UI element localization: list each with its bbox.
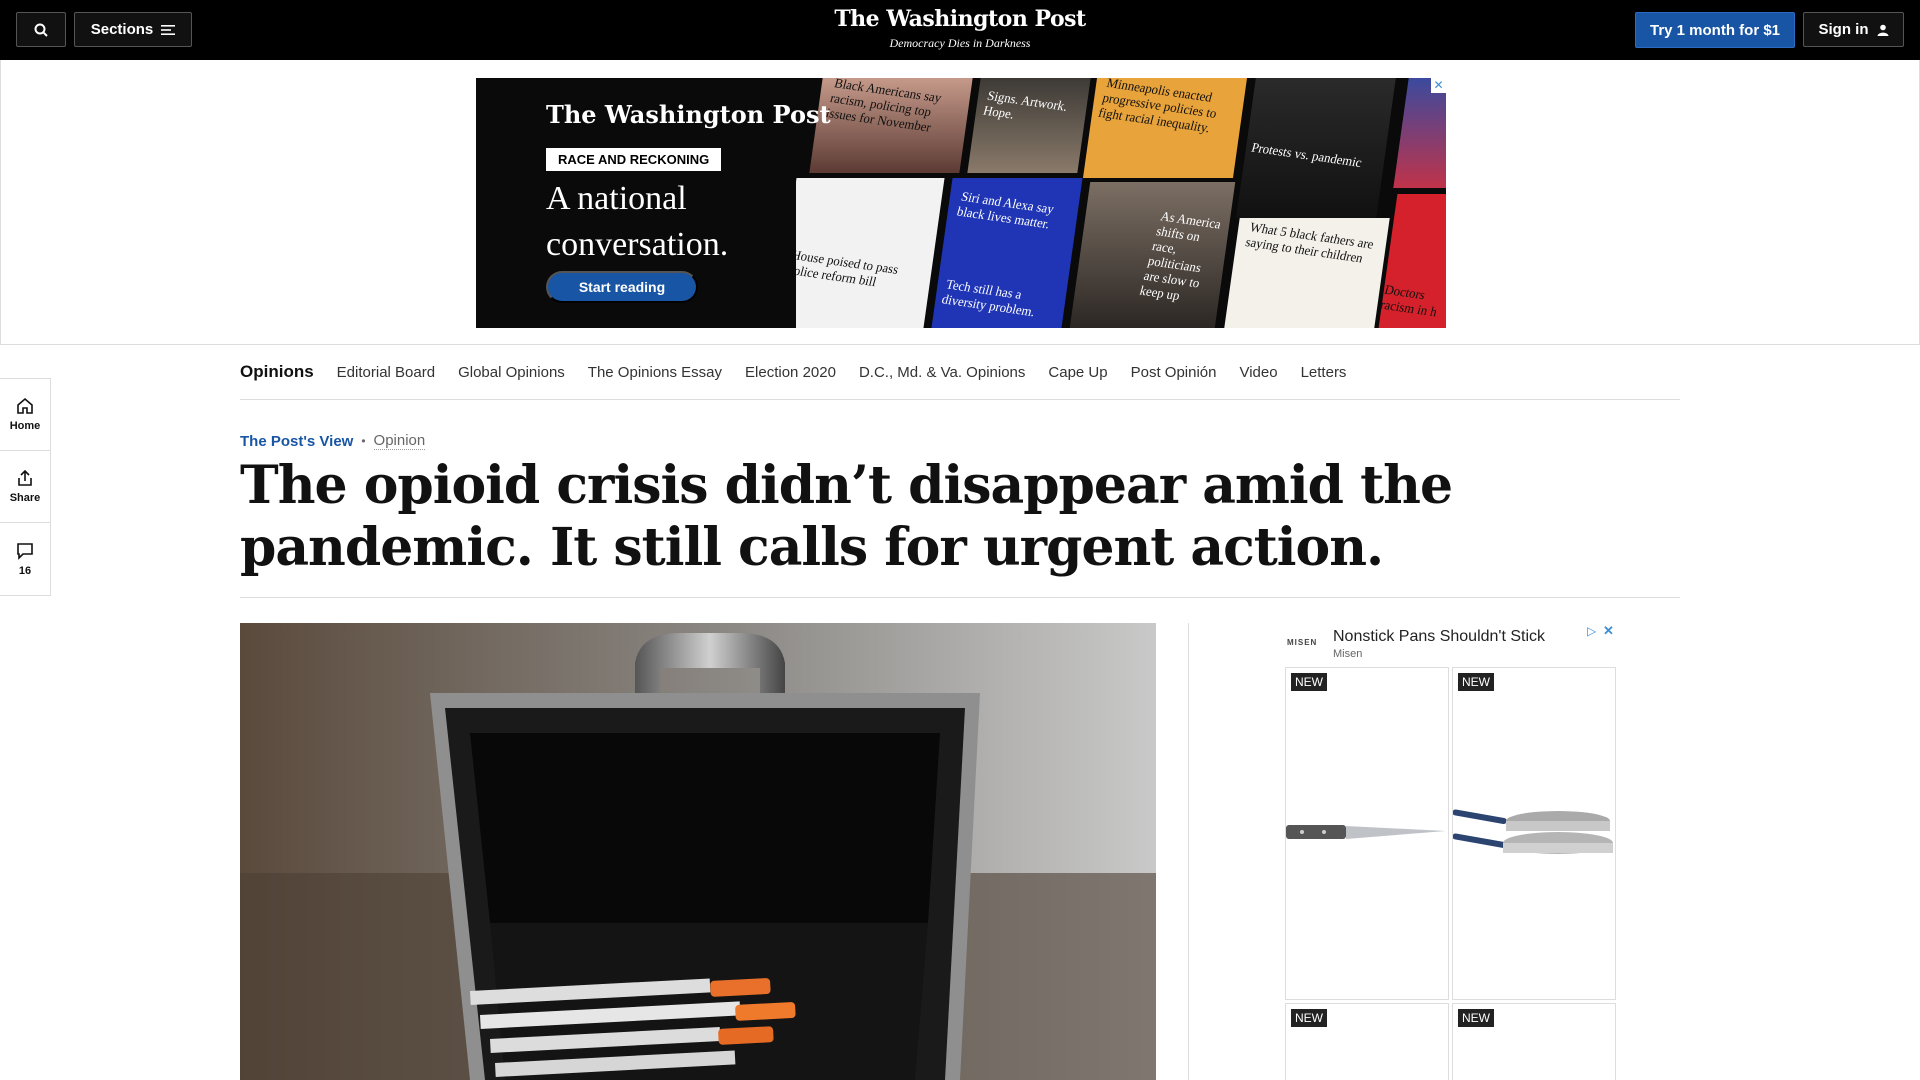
ad-tile: As America shifts on race, politicians a… [1069, 182, 1236, 328]
site-logo[interactable]: The Washington Post [760, 6, 1160, 32]
search-icon [34, 23, 48, 37]
nav-item-video[interactable]: Video [1239, 364, 1277, 381]
nav-item-editorial-board[interactable]: Editorial Board [337, 364, 435, 381]
ad-tile: Signs. Artwork. Hope. [967, 78, 1091, 173]
nav-item-post-opinion[interactable]: Post Opinión [1131, 364, 1217, 381]
pans-image [1453, 809, 1613, 854]
ad-banner[interactable]: Black Americans say racism, policing top… [476, 78, 1446, 328]
nav-item-cape-up[interactable]: Cape Up [1048, 364, 1107, 381]
article-headline: The opioid crisis didn’t disappear amid … [240, 455, 1453, 578]
top-navigation-bar: Sections The Washington Post Democracy D… [0, 0, 1920, 60]
site-tagline: Democracy Dies in Darkness [889, 36, 1031, 50]
ad-tile: Siri and Alexa say black lives matter. Te… [931, 178, 1083, 328]
opinions-section-nav: Opinions Editorial Board Global Opinions… [240, 345, 1680, 400]
ad-headline: A national conversation. [546, 180, 729, 263]
ad-tile: What 5 black fathers are saying to their… [1224, 218, 1390, 328]
share-label: Share [9, 492, 41, 504]
masthead[interactable]: The Washington Post Democracy Dies in Da… [760, 6, 1160, 51]
ad-tag: RACE AND RECKONING [546, 148, 722, 171]
ad-close-icon[interactable]: ✕ [1603, 623, 1614, 639]
left-action-rail: Home Share 16 [0, 378, 51, 596]
top-ad-container: Black Americans say racism, policing top… [0, 60, 1920, 345]
opinion-label[interactable]: Opinion [373, 432, 426, 450]
ad-tile: Protests vs. pandemic [1236, 78, 1396, 218]
ad-product[interactable]: NEW [1285, 1003, 1449, 1080]
column-divider [1188, 623, 1189, 1080]
sign-in-label: Sign in [1818, 21, 1869, 38]
ad-product-knife[interactable]: NEW [1285, 667, 1449, 1000]
posts-view-link[interactable]: The Post's View [240, 433, 353, 450]
ad-tile: Black Americans say racism, policing top… [809, 78, 973, 173]
article-kicker: The Post's View • Opinion [240, 432, 426, 450]
comment-count: 16 [18, 564, 32, 577]
sections-button[interactable]: Sections [74, 12, 192, 47]
ad-subtitle: Misen [1333, 648, 1363, 660]
new-badge: NEW [1458, 673, 1494, 691]
share-button[interactable]: Share [0, 451, 50, 523]
home-icon [17, 397, 33, 414]
headline-divider [240, 597, 1680, 598]
nav-item-opinions-essay[interactable]: The Opinions Essay [588, 364, 722, 381]
knife-image [1286, 825, 1446, 839]
ad-tile: Minneapolis enacted progressive policies… [1082, 78, 1248, 178]
subscribe-button[interactable]: Try 1 month for $1 [1635, 12, 1795, 48]
nav-item-letters[interactable]: Letters [1301, 364, 1347, 381]
home-button[interactable]: Home [0, 379, 50, 451]
comment-icon [17, 542, 33, 560]
adchoices-icon[interactable]: ▷ [1587, 624, 1596, 638]
ad-logo: The Washington Post [546, 100, 831, 129]
user-icon [1877, 24, 1888, 36]
new-badge: NEW [1458, 1009, 1494, 1027]
start-reading-button[interactable]: Start reading [546, 271, 698, 303]
comments-button[interactable]: 16 [0, 523, 50, 595]
sign-in-button[interactable]: Sign in [1803, 12, 1904, 47]
lead-image-illustration [240, 623, 1156, 1080]
ad-tile: Doctors racism in h [1378, 194, 1446, 328]
nav-item-election-2020[interactable]: Election 2020 [745, 364, 836, 381]
lead-image[interactable] [240, 623, 1156, 1080]
new-badge: NEW [1291, 1009, 1327, 1027]
new-badge: NEW [1291, 673, 1327, 691]
menu-icon [161, 24, 176, 35]
search-button[interactable] [16, 12, 66, 47]
kicker-separator: • [361, 434, 366, 448]
side-ad[interactable]: MISEN Nonstick Pans Shouldn't Stick Mise… [1285, 620, 1617, 1080]
ad-product-pans[interactable]: NEW [1452, 667, 1616, 1000]
home-label: Home [9, 420, 41, 432]
share-icon [18, 469, 32, 486]
sections-label: Sections [90, 21, 154, 38]
ad-brand-logo: MISEN [1287, 638, 1318, 647]
nav-item-global-opinions[interactable]: Global Opinions [458, 364, 565, 381]
nav-item-dc-md-va-opinions[interactable]: D.C., Md. & Va. Opinions [859, 364, 1025, 381]
ad-close-icon[interactable]: ✕ [1431, 78, 1446, 93]
ad-tile [1393, 78, 1446, 188]
ad-title[interactable]: Nonstick Pans Shouldn't Stick [1333, 628, 1545, 646]
ad-product[interactable]: NEW [1452, 1003, 1616, 1080]
nav-item-opinions[interactable]: Opinions [240, 362, 314, 382]
